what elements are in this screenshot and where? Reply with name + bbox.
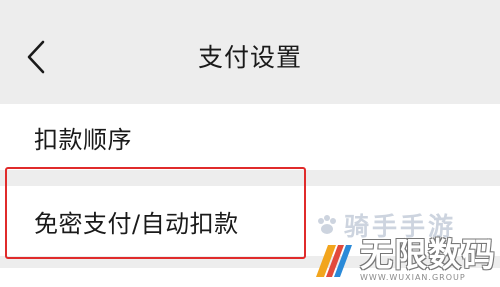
watermark-title: 无限数码	[360, 235, 496, 274]
settings-item-deduction-order[interactable]: 扣款顺序	[0, 104, 500, 170]
navigation-bar: 支付设置	[0, 0, 500, 104]
settings-item-label: 扣款顺序	[34, 125, 132, 154]
settings-item-label: 免密支付/自动扣款	[34, 209, 239, 238]
payment-settings-screen: 支付设置 扣款顺序 免密支付/自动扣款 骑手手游 无限数码 WWW.WUXIAN…	[0, 0, 500, 287]
watermark-text-column: 无限数码 WWW.WUXIAN.GROUP	[360, 235, 496, 283]
wuxian-logo-icon	[316, 245, 352, 277]
page-title: 支付设置	[197, 43, 302, 72]
watermark-subtitle: WWW.WUXIAN.GROUP	[360, 273, 466, 282]
paw-icon	[318, 215, 336, 234]
watermark-logo: 无限数码 WWW.WUXIAN.GROUP	[312, 238, 496, 282]
